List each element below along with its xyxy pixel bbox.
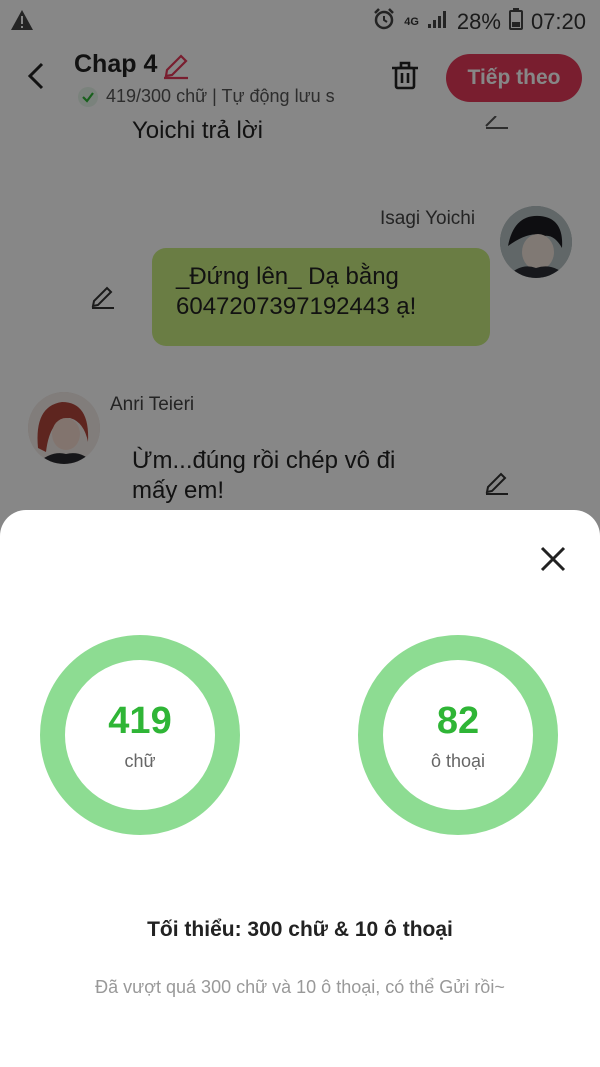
dialogue-count-label: ô thoại [430,750,486,771]
requirement-note: Đã vượt quá 300 chữ và 10 ô thoại, có th… [95,977,505,997]
word-count-label: chữ [124,750,156,771]
dialogue-count-ring: 82 ô thoại [358,635,558,835]
dialogue-count-value: 82 [436,699,480,742]
stats-bottom-sheet: 419 chữ 82 ô thoại Tối thiểu: 300 chữ & … [0,510,600,1067]
close-icon[interactable] [536,542,570,581]
word-count-ring: 419 chữ [40,635,240,835]
minimum-requirement: Tối thiểu: 300 chữ & 10 ô thoại [147,918,453,941]
word-count-value: 419 [108,699,172,742]
